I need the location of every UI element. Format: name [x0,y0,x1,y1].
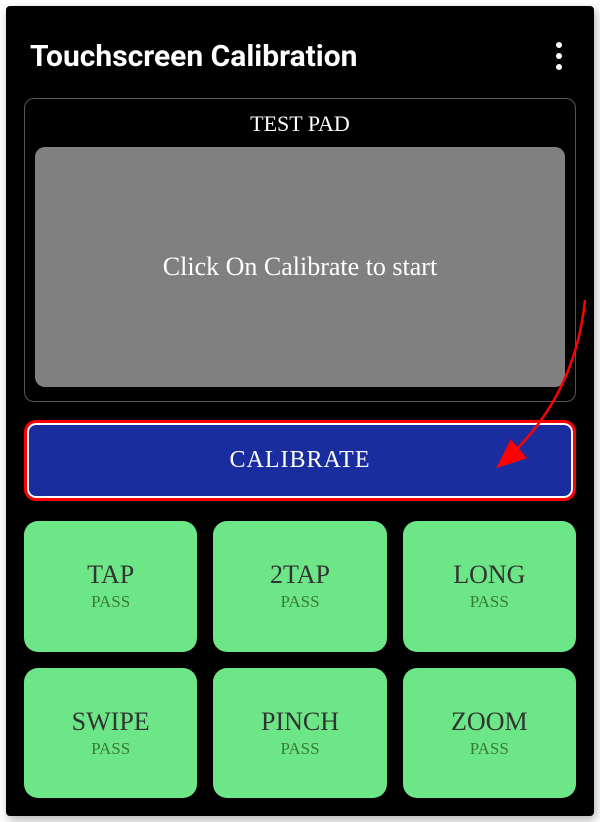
tile-label: ZOOM [451,707,528,737]
more-options-icon[interactable] [548,34,570,78]
tile-status: PASS [91,739,130,759]
tile-pinch[interactable]: PINCH PASS [213,668,386,799]
tile-status: PASS [470,739,509,759]
test-pad-label: TEST PAD [35,107,565,147]
calibrate-button[interactable]: CALIBRATE [24,420,576,501]
tile-status: PASS [280,592,319,612]
tile-status: PASS [91,592,130,612]
tile-label: PINCH [261,707,339,737]
tile-label: TAP [87,560,134,590]
tile-status: PASS [280,739,319,759]
tile-status: PASS [470,592,509,612]
app-frame: Touchscreen Calibration TEST PAD Click O… [6,6,594,816]
calibrate-button-label: CALIBRATE [230,447,371,473]
tile-tap[interactable]: TAP PASS [24,521,197,652]
page-title: Touchscreen Calibration [30,39,357,74]
tile-long[interactable]: LONG PASS [403,521,576,652]
tile-zoom[interactable]: ZOOM PASS [403,668,576,799]
tile-label: SWIPE [72,707,150,737]
test-pad-area[interactable]: Click On Calibrate to start [35,147,565,387]
test-pad-container: TEST PAD Click On Calibrate to start [24,98,576,402]
header: Touchscreen Calibration [24,6,576,98]
tile-swipe[interactable]: SWIPE PASS [24,668,197,799]
results-grid: TAP PASS 2TAP PASS LONG PASS SWIPE PASS … [24,521,576,798]
tile-label: 2TAP [270,560,330,590]
test-pad-instruction: Click On Calibrate to start [163,252,437,282]
tile-2tap[interactable]: 2TAP PASS [213,521,386,652]
tile-label: LONG [453,560,525,590]
